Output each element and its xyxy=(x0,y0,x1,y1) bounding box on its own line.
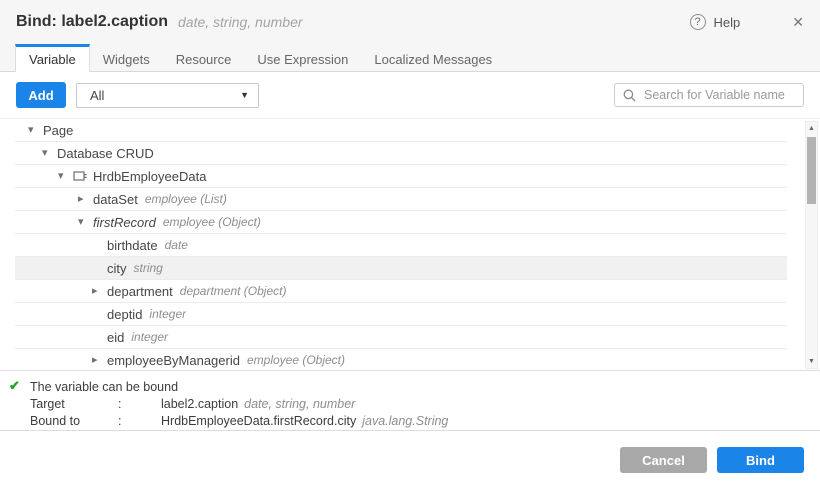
tree-node-label: HrdbEmployeeData xyxy=(93,169,206,184)
tree-node-type: employee (Object) xyxy=(247,353,345,367)
help-icon[interactable]: ? xyxy=(690,14,706,30)
tree-node-type: date xyxy=(165,238,188,252)
tree-row[interactable]: city string xyxy=(15,257,787,280)
bind-status-panel: ✔ The variable can be bound Target : lab… xyxy=(0,371,820,431)
titlebar-actions: ? Help ✕ xyxy=(690,14,804,31)
tree-node-label: Database CRUD xyxy=(57,146,154,161)
variable-filter-value: All xyxy=(90,88,104,103)
tree-node-label: city xyxy=(107,261,127,276)
chevron-down-icon[interactable]: ▾ xyxy=(58,171,73,182)
tree-node-type: string xyxy=(134,261,163,275)
tree-node-label: firstRecord xyxy=(93,215,156,230)
footer-buttons: Cancel Bind xyxy=(620,447,804,473)
tree-node-label: eid xyxy=(107,330,124,345)
chevron-right-icon[interactable]: ▸ xyxy=(78,194,93,205)
tree-row[interactable]: ▸department department (Object) xyxy=(15,280,787,303)
search-icon xyxy=(623,89,636,102)
tab-variable[interactable]: Variable xyxy=(15,44,90,72)
tab-resource[interactable]: Resource xyxy=(163,44,245,71)
dialog-title: Bind: label2.caption xyxy=(16,13,168,31)
search-box xyxy=(614,83,804,107)
tree-node-type: employee (Object) xyxy=(163,215,261,229)
close-icon[interactable]: ✕ xyxy=(792,14,804,31)
tree-row[interactable]: ▾ HrdbEmployeeData xyxy=(15,165,787,188)
search-input[interactable] xyxy=(642,87,795,103)
bind-button[interactable]: Bind xyxy=(717,447,804,473)
tree-node-label: department xyxy=(107,284,173,299)
tree-row[interactable]: ▸employeeByManagerid employee (Object) xyxy=(15,349,787,371)
tab-widgets[interactable]: Widgets xyxy=(90,44,163,71)
titlebar: Bind: label2.caption date, string, numbe… xyxy=(0,0,820,44)
bound-to-colon: : xyxy=(118,413,161,430)
tree-row[interactable]: deptid integer xyxy=(15,303,787,326)
check-icon: ✔ xyxy=(9,378,20,394)
target-value: label2.caption xyxy=(161,396,238,413)
status-bound-row: Bound to : HrdbEmployeeData.firstRecord.… xyxy=(30,413,804,430)
tab-use-expression[interactable]: Use Expression xyxy=(244,44,361,71)
scroll-down-icon[interactable]: ▼ xyxy=(806,355,817,368)
chevron-right-icon[interactable]: ▸ xyxy=(92,286,107,297)
chevron-right-icon[interactable]: ▸ xyxy=(92,355,107,366)
status-target-row: Target : label2.caption date, string, nu… xyxy=(30,396,804,413)
variable-tree: ▾Page▾Database CRUD▾HrdbEmployeeData▸dat… xyxy=(0,118,820,371)
tree-row[interactable]: eid integer xyxy=(15,326,787,349)
tree-row[interactable]: ▾firstRecord employee (Object) xyxy=(15,211,787,234)
tree-node-label: deptid xyxy=(107,307,142,322)
bind-dialog: Bind: label2.caption date, string, numbe… xyxy=(0,0,820,489)
tree-rows: ▾Page▾Database CRUD▾HrdbEmployeeData▸dat… xyxy=(15,119,787,371)
tree-node-label: birthdate xyxy=(107,238,158,253)
chevron-down-icon[interactable]: ▾ xyxy=(78,217,93,228)
target-label: Target xyxy=(30,396,118,413)
bound-to-label: Bound to xyxy=(30,413,118,430)
scrollbar-thumb[interactable] xyxy=(807,137,816,204)
tree-node-type: integer xyxy=(131,330,168,344)
tree-node-label: Page xyxy=(43,123,73,138)
dialog-footer: Cancel Bind xyxy=(0,431,820,488)
tree-row[interactable]: birthdate date xyxy=(15,234,787,257)
variable-filter-select[interactable]: All ▼ xyxy=(76,83,259,108)
tree-node-label: dataSet xyxy=(93,192,138,207)
tree-node-type: employee (List) xyxy=(145,192,227,206)
tree-row[interactable]: ▾Database CRUD xyxy=(15,142,787,165)
tab-bar: Variable Widgets Resource Use Expression… xyxy=(0,44,820,72)
service-variable-icon xyxy=(73,170,88,182)
tree-row[interactable]: ▸dataSet employee (List) xyxy=(15,188,787,211)
chevron-down-icon[interactable]: ▾ xyxy=(28,125,43,136)
chevron-down-icon: ▼ xyxy=(240,90,249,100)
target-type: date, string, number xyxy=(244,396,355,413)
variable-toolbar: Add All ▼ xyxy=(0,72,820,118)
tree-row[interactable]: ▾Page xyxy=(15,119,787,142)
bound-to-type: java.lang.String xyxy=(362,413,448,430)
help-link[interactable]: Help xyxy=(714,15,741,30)
scrollbar[interactable]: ▲ ▼ xyxy=(805,121,818,369)
dialog-subtitle: date, string, number xyxy=(178,14,303,30)
cancel-button[interactable]: Cancel xyxy=(620,447,707,473)
target-colon: : xyxy=(118,396,161,413)
bound-to-value: HrdbEmployeeData.firstRecord.city xyxy=(161,413,356,430)
tab-localized-messages[interactable]: Localized Messages xyxy=(361,44,505,71)
chevron-down-icon[interactable]: ▾ xyxy=(42,148,57,159)
scroll-up-icon[interactable]: ▲ xyxy=(806,122,817,135)
tree-node-type: integer xyxy=(149,307,186,321)
add-button[interactable]: Add xyxy=(16,82,66,108)
tree-node-label: employeeByManagerid xyxy=(107,353,240,368)
dialog-header: Bind: label2.caption date, string, numbe… xyxy=(0,0,820,72)
tree-node-type: department (Object) xyxy=(180,284,287,298)
status-message: The variable can be bound xyxy=(30,379,804,396)
